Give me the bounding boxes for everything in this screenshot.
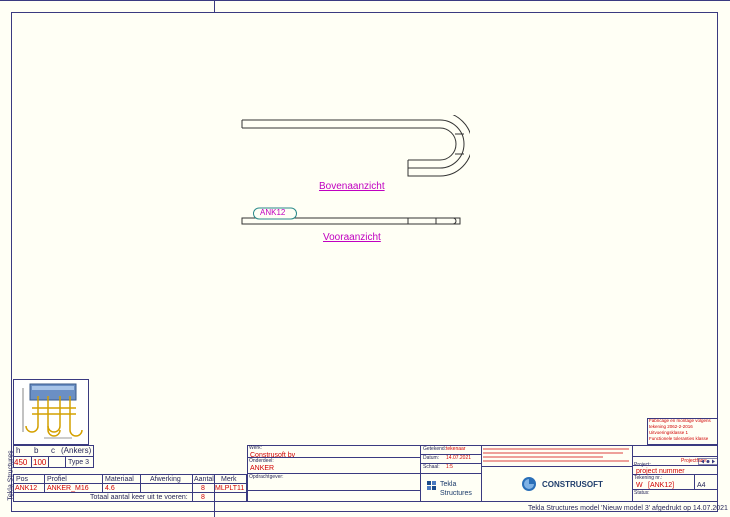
dim-header-type: (Ankers) (61, 446, 92, 455)
tb-remarks-divider (247, 490, 420, 491)
tb-phase-divider (632, 465, 718, 466)
tb-date-label: Datum: (423, 455, 440, 461)
tb-drawing-label: Tekening nr.: (634, 475, 663, 481)
top-view-label: Bovenaanzicht (319, 181, 385, 192)
dim-value-type: Type 3 (68, 459, 90, 466)
dim-col-divider-3 (65, 456, 66, 468)
tekla-logo-icon (427, 481, 436, 490)
revision-line-1: Fabricage en montage volgens (649, 418, 711, 423)
dim-value-h: 450 (14, 458, 28, 467)
parts-cell-material: 4.6 (105, 485, 115, 492)
tb-format-col (694, 474, 695, 489)
parts-cell-qty: 8 (201, 485, 205, 492)
drawing-frame (11, 12, 718, 512)
tb-remarks-label: Opdrachtgever: (249, 474, 284, 480)
notes-lines (483, 448, 629, 462)
parts-col-4 (192, 474, 193, 502)
tb-project-value: project nummer (636, 468, 685, 475)
tekla-product-text: Structures (440, 490, 472, 497)
dim-row-divider (13, 456, 94, 457)
parts-header-pos: Pos (16, 476, 29, 483)
tb-project-divider (632, 456, 718, 457)
tb-notes-divider (481, 466, 632, 467)
parts-col-1 (44, 474, 45, 492)
anchor-top-view (241, 115, 470, 177)
tb-col-2 (481, 445, 482, 502)
parts-total-value: 8 (201, 494, 205, 501)
tb-drawing-ref: [ANK12] (648, 482, 675, 489)
parts-header-mark: Merk (221, 476, 237, 483)
construsoft-brand-text: CONSTRUSOFT (542, 480, 603, 489)
parts-header-finish: Afwerking (150, 476, 181, 483)
construsoft-logo-icon (522, 477, 536, 491)
dim-col-divider-1 (31, 456, 32, 468)
dim-header-c: c (51, 446, 55, 455)
parts-header-qty: Aantal (194, 476, 214, 483)
tb-drawn-value: tekenaar (446, 446, 466, 452)
parts-col-3 (140, 474, 141, 492)
center-mark-top (214, 0, 215, 12)
tb-drawing-value: W (636, 482, 643, 489)
revision-line-3: Uitvoeringsklasse 1 (649, 430, 689, 435)
tb-scale-divider (420, 473, 481, 474)
parts-row-divider-2 (13, 492, 247, 493)
tb-status-label: Status: (634, 490, 650, 496)
tekla-brand-text: Tekla (440, 481, 457, 488)
parts-cell-profile: ANKER_M16 (47, 485, 89, 492)
tb-scale-value: 1:5 (446, 464, 453, 470)
tb-object-label: Onderdeel: (249, 458, 274, 464)
tb-date-value: 14.07.2021 (446, 455, 472, 461)
part-mark-label: ANK12 (260, 208, 286, 217)
anchor-preview-icon (22, 383, 83, 439)
footer-text: Tekla Structures model 'Nieuw model 3' a… (528, 505, 728, 512)
tb-scale-label: Schaal: (423, 464, 440, 470)
nav-arrows-icon (698, 458, 718, 465)
dim-value-b: 100 (33, 458, 47, 467)
parts-cell-pos: ANK12 (15, 485, 38, 492)
sheet-top-border (0, 0, 730, 1)
parts-cell-mark: MLPLT11 (215, 485, 245, 492)
parts-row-divider-1 (13, 483, 247, 484)
center-mark-bottom (214, 500, 215, 517)
parts-header-material: Materiaal (105, 476, 134, 483)
revision-line-4: Functionele toleranties klasse (649, 436, 709, 441)
tb-object-value: ANKER (250, 465, 275, 472)
front-view-label: Vooraanzicht (323, 232, 381, 243)
drawing-sheet: { "views": { "top_label": "Bovenaanzicht… (0, 0, 730, 517)
dim-header-b: b (34, 446, 39, 455)
parts-header-profile: Profiel (47, 476, 67, 483)
revision-line-2: tekening 2062-2-2016 (649, 424, 693, 429)
dim-header-h: h (16, 446, 21, 455)
parts-total-label: Totaal aantal keer uit te voeren: (90, 494, 188, 501)
tb-format-value: A4 (697, 482, 706, 489)
dim-col-divider-2 (48, 456, 49, 468)
parts-col-2 (102, 474, 103, 492)
tb-client-label: Werk: (249, 445, 262, 451)
tb-drawn-label: Getekend: (423, 446, 447, 452)
